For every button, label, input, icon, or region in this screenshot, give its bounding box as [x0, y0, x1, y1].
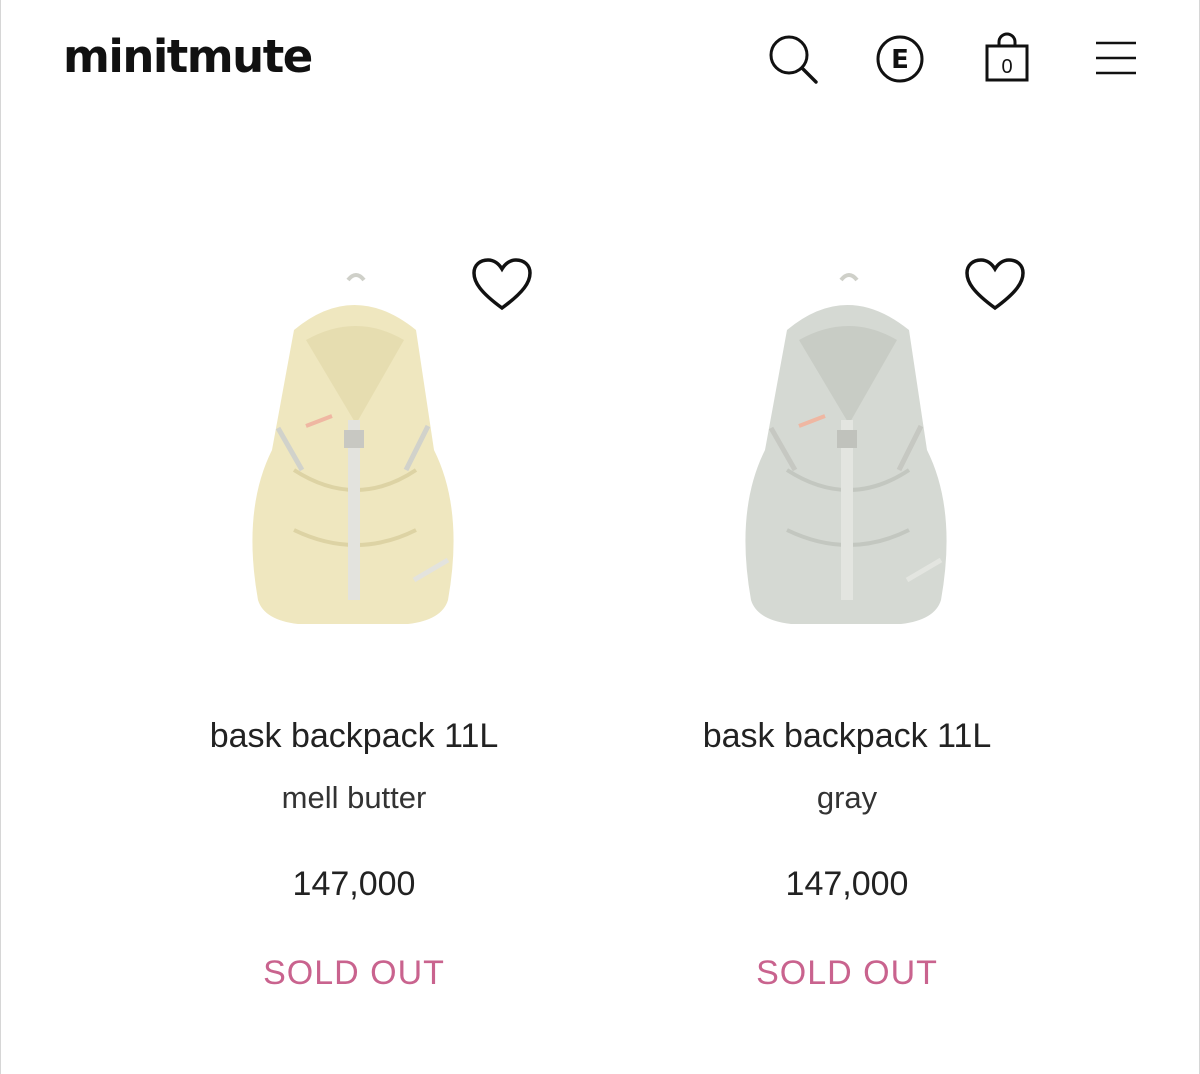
sold-out-label: SOLD OUT	[263, 954, 445, 992]
heart-icon[interactable]	[470, 256, 534, 314]
product-color: mell butter	[281, 780, 427, 815]
product-grid: bask backpack 11L mell butter 147,000 SO…	[1, 0, 1200, 1074]
product-card[interactable]: bask backpack 11L mell butter 147,000 SO…	[154, 230, 554, 1030]
backpack-image	[252, 273, 454, 624]
sold-out-label: SOLD OUT	[756, 954, 938, 992]
product-color: gray	[816, 780, 878, 815]
product-image[interactable]	[154, 230, 554, 650]
product-image[interactable]	[647, 230, 1047, 650]
product-name[interactable]: bask backpack 11L	[154, 717, 554, 756]
heart-icon[interactable]	[963, 256, 1027, 314]
backpack-image	[745, 273, 947, 624]
product-card[interactable]: bask backpack 11L gray 147,000 SOLD OUT	[647, 230, 1047, 1030]
product-price: 147,000	[292, 865, 416, 903]
product-price: 147,000	[785, 865, 909, 903]
product-name[interactable]: bask backpack 11L	[647, 717, 1047, 756]
